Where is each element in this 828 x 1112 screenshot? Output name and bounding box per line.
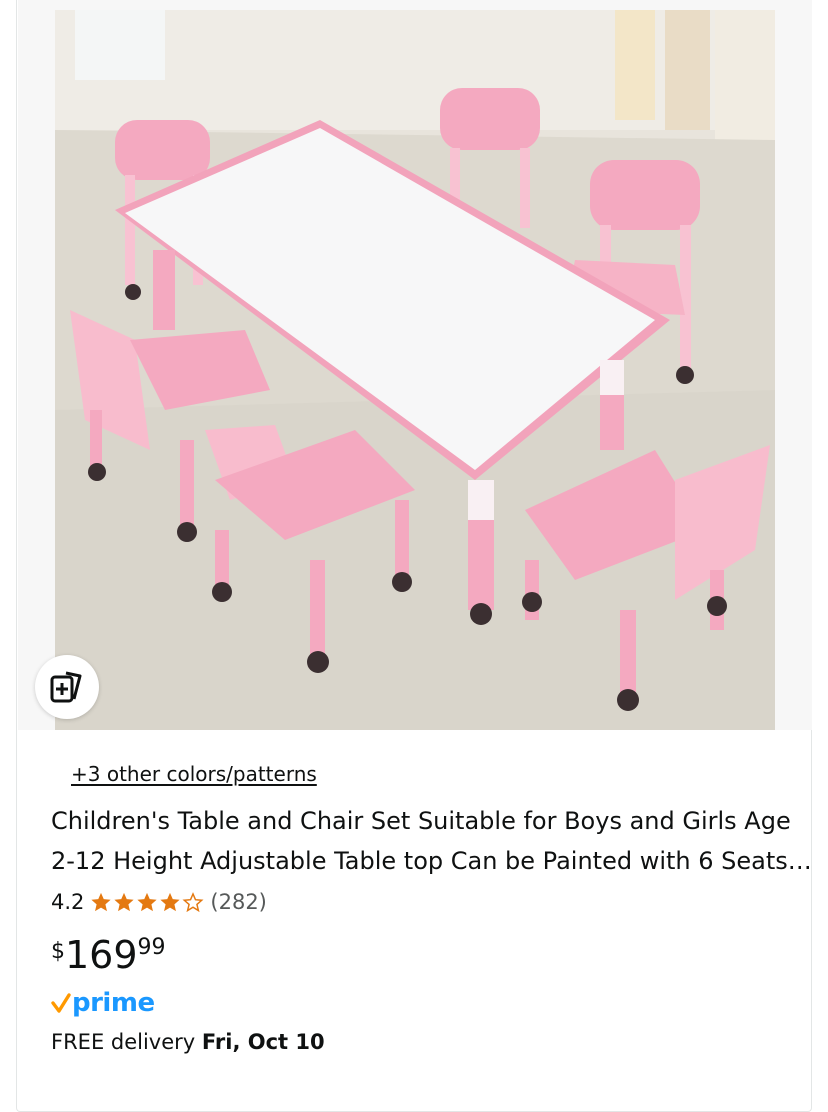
prime-label: prime	[72, 988, 155, 1018]
rating-row[interactable]: 4.2 (282)	[51, 887, 267, 917]
star-full-icon	[91, 892, 112, 912]
product-card[interactable]: +3 other colors/patterns Children's Tabl…	[16, 0, 812, 1112]
delivery-prefix: FREE delivery	[51, 1030, 202, 1054]
delivery-date: Fri, Oct 10	[201, 1030, 325, 1054]
add-to-compare-button[interactable]	[35, 655, 99, 719]
star-full-icon	[160, 892, 181, 912]
prime-badge: prime	[51, 985, 155, 1021]
price: $ 169 99	[51, 930, 166, 980]
other-colors-link[interactable]: +3 other colors/patterns	[71, 762, 317, 786]
prime-check-icon	[51, 993, 71, 1013]
star-rating	[90, 891, 204, 913]
product-title[interactable]: Children's Table and Chair Set Suitable …	[51, 801, 821, 881]
price-whole: 169	[65, 933, 138, 977]
star-full-icon	[137, 892, 158, 912]
star-empty-icon	[182, 892, 204, 913]
price-fraction: 99	[137, 935, 166, 960]
star-full-icon	[114, 892, 135, 912]
product-image[interactable]	[55, 10, 775, 730]
product-image-area[interactable]	[18, 0, 812, 730]
delivery-info: FREE delivery Fri, Oct 10	[51, 1030, 325, 1054]
add-to-compare-icon	[50, 671, 82, 703]
product-photo	[55, 10, 775, 730]
rating-value: 4.2	[51, 890, 85, 914]
price-symbol: $	[51, 939, 65, 964]
review-count[interactable]: (282)	[210, 890, 266, 914]
